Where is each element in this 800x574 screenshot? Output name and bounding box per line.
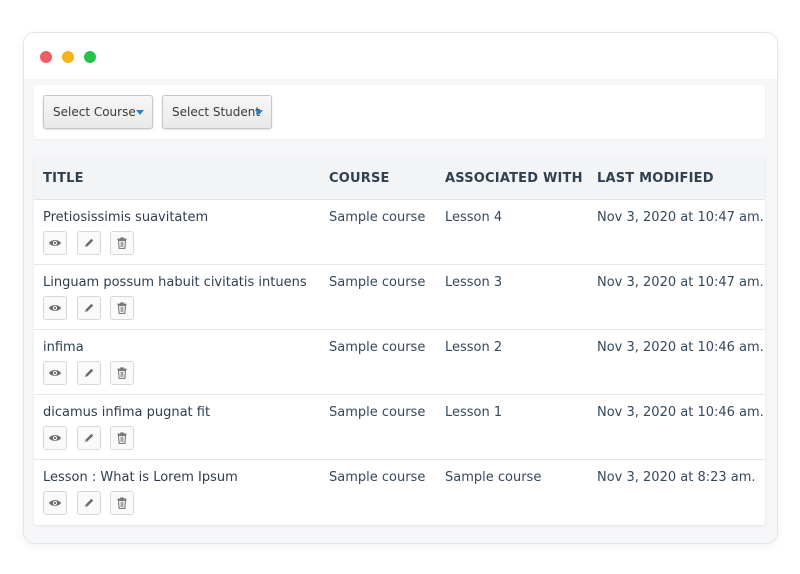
close-window-button[interactable] — [40, 51, 52, 63]
delete-button[interactable] — [110, 426, 134, 450]
delete-button[interactable] — [110, 491, 134, 515]
row-course: Sample course — [329, 405, 426, 420]
delete-button[interactable] — [110, 296, 134, 320]
table-row: infima Sample course Lesson 2 Nov 3, 202… — [34, 330, 765, 395]
eye-icon — [49, 435, 61, 441]
column-header-title[interactable]: TITLE — [43, 171, 84, 186]
table-row: Pretiosissimis suavitatem Sample course … — [34, 200, 765, 265]
view-button[interactable] — [43, 296, 67, 320]
edit-button[interactable] — [77, 426, 101, 450]
row-last-modified: Nov 3, 2020 at 10:46 am. — [597, 340, 764, 355]
pencil-icon — [85, 433, 94, 442]
minimize-window-button[interactable] — [62, 51, 74, 63]
caret-down-icon — [255, 110, 263, 115]
pencil-icon — [85, 368, 94, 377]
app-window: Select Course Select Student TITLE COURS… — [23, 32, 778, 544]
view-button[interactable] — [43, 426, 67, 450]
row-course: Sample course — [329, 470, 426, 485]
delete-button[interactable] — [110, 361, 134, 385]
row-associated-with: Sample course — [445, 470, 542, 485]
trash-icon — [117, 367, 127, 379]
delete-button[interactable] — [110, 231, 134, 255]
row-last-modified: Nov 3, 2020 at 10:46 am. — [597, 405, 764, 420]
table-row: dicamus infima pugnat fit Sample course … — [34, 395, 765, 460]
edit-button[interactable] — [77, 491, 101, 515]
row-title[interactable]: infima — [43, 340, 84, 355]
row-associated-with: Lesson 2 — [445, 340, 503, 355]
row-title[interactable]: Pretiosissimis suavitatem — [43, 210, 208, 225]
filter-bar: Select Course Select Student — [34, 85, 765, 139]
eye-icon — [49, 500, 61, 506]
edit-button[interactable] — [77, 231, 101, 255]
select-course-dropdown[interactable]: Select Course — [43, 95, 153, 129]
column-header-associated-with[interactable]: ASSOCIATED WITH — [445, 171, 583, 186]
view-button[interactable] — [43, 361, 67, 385]
table-row: Lesson : What is Lorem Ipsum Sample cour… — [34, 460, 765, 525]
caret-down-icon — [136, 110, 144, 115]
edit-button[interactable] — [77, 296, 101, 320]
row-associated-with: Lesson 1 — [445, 405, 503, 420]
view-button[interactable] — [43, 491, 67, 515]
trash-icon — [117, 497, 127, 509]
select-student-dropdown[interactable]: Select Student — [162, 95, 272, 129]
pencil-icon — [85, 303, 94, 312]
select-course-label: Select Course — [53, 105, 136, 119]
table-header: TITLE COURSE ASSOCIATED WITH LAST MODIFI… — [34, 157, 765, 200]
table-row: Linguam possum habuit civitatis intuens … — [34, 265, 765, 330]
eye-icon — [49, 370, 61, 376]
row-associated-with: Lesson 4 — [445, 210, 503, 225]
row-title[interactable]: Lesson : What is Lorem Ipsum — [43, 470, 238, 485]
row-title[interactable]: Linguam possum habuit civitatis intuens — [43, 275, 307, 290]
trash-icon — [117, 237, 127, 249]
view-button[interactable] — [43, 231, 67, 255]
trash-icon — [117, 432, 127, 444]
column-header-last-modified[interactable]: LAST MODIFIED — [597, 171, 714, 186]
pencil-icon — [85, 498, 94, 507]
row-last-modified: Nov 3, 2020 at 10:47 am. — [597, 210, 764, 225]
edit-button[interactable] — [77, 361, 101, 385]
trash-icon — [117, 302, 127, 314]
row-course: Sample course — [329, 275, 426, 290]
eye-icon — [49, 240, 61, 246]
window-titlebar — [24, 33, 777, 79]
row-course: Sample course — [329, 340, 426, 355]
row-associated-with: Lesson 3 — [445, 275, 503, 290]
maximize-window-button[interactable] — [84, 51, 96, 63]
eye-icon — [49, 305, 61, 311]
assignments-table: TITLE COURSE ASSOCIATED WITH LAST MODIFI… — [34, 157, 765, 525]
select-student-label: Select Student — [172, 105, 261, 119]
pencil-icon — [85, 238, 94, 247]
column-header-course[interactable]: COURSE — [329, 171, 390, 186]
row-last-modified: Nov 3, 2020 at 8:23 am. — [597, 470, 756, 485]
row-title[interactable]: dicamus infima pugnat fit — [43, 405, 210, 420]
row-last-modified: Nov 3, 2020 at 10:47 am. — [597, 275, 764, 290]
row-course: Sample course — [329, 210, 426, 225]
